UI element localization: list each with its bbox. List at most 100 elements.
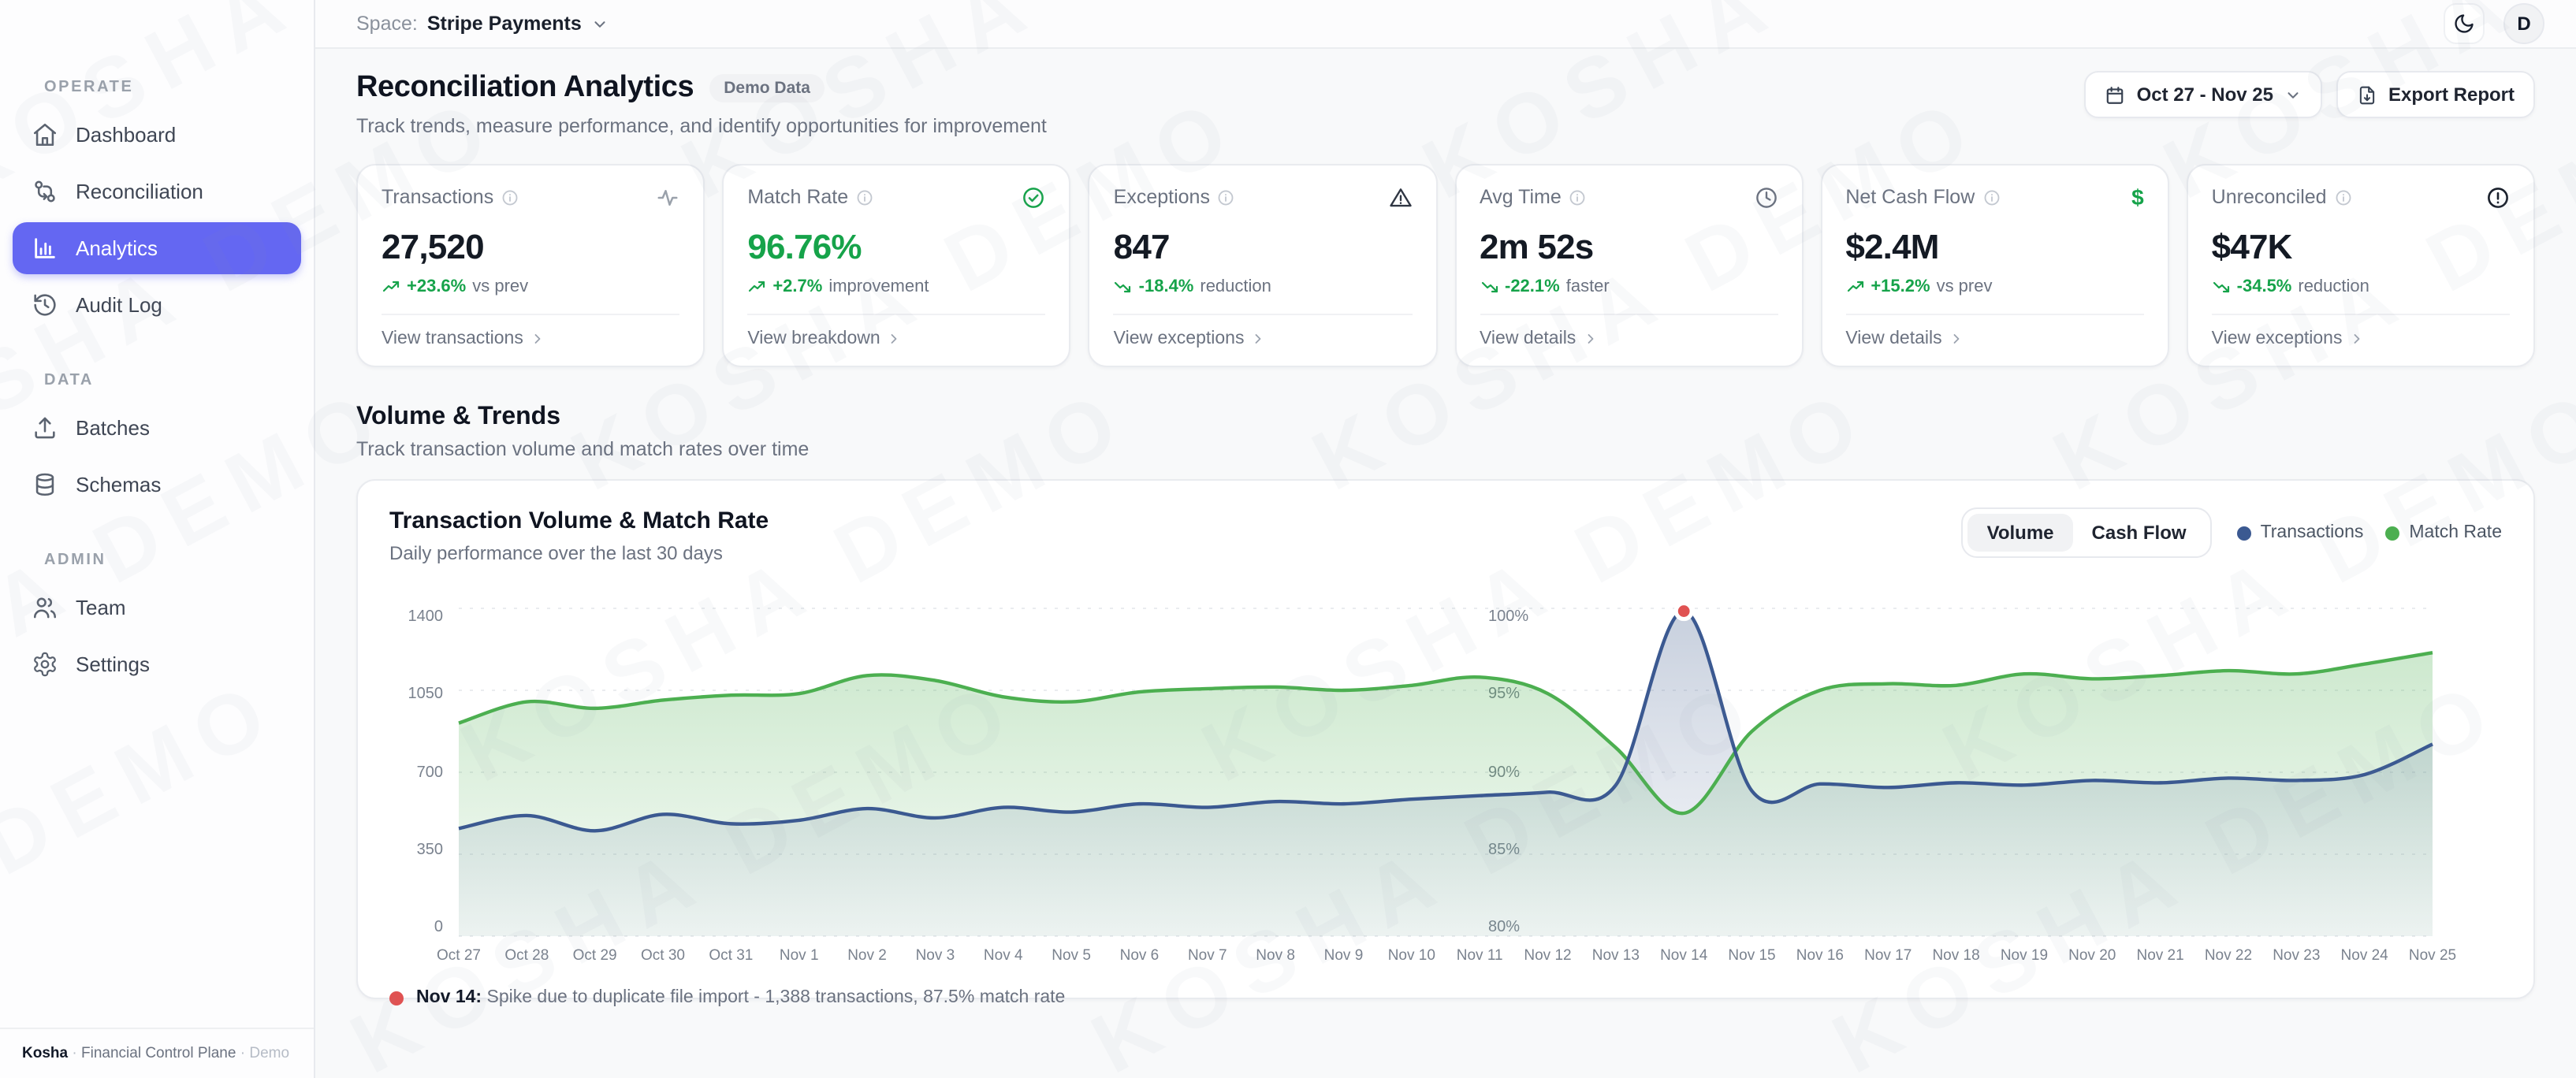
x-tick: Nov 5	[1052, 947, 1091, 965]
kpi-link-view-details[interactable]: View details	[1480, 329, 1778, 348]
sidebar-item-dashboard[interactable]: Dashboard	[13, 109, 301, 161]
sidebar-nav: OPERATE Dashboard Reconciliation Analyti…	[0, 0, 314, 1028]
avatar[interactable]: D	[2503, 3, 2544, 44]
date-range-button[interactable]: Oct 27 - Nov 25	[2085, 71, 2322, 118]
moon-icon	[2453, 13, 2475, 35]
sidebar-item-schemas[interactable]: Schemas	[13, 459, 301, 511]
kpi-label: Net Cash Flow	[1845, 186, 1975, 208]
info-icon[interactable]	[1218, 188, 1235, 206]
sidebar: OPERATE Dashboard Reconciliation Analyti…	[0, 0, 315, 1078]
chevron-right-icon	[1582, 331, 1598, 347]
kpi-label: Avg Time	[1480, 186, 1562, 208]
kpi-delta-row: -34.5% reduction	[2212, 277, 2510, 296]
trend-down-icon	[2212, 277, 2231, 296]
y-tick-left: 350	[417, 842, 443, 859]
kpi-link-view-exceptions[interactable]: View exceptions	[1114, 329, 1412, 348]
info-icon[interactable]	[856, 188, 873, 206]
bar-chart-icon	[32, 235, 58, 262]
kpi-link-view-breakdown[interactable]: View breakdown	[747, 329, 1045, 348]
kpi-delta-note: reduction	[1200, 277, 1271, 296]
export-report-button[interactable]: Export Report	[2336, 71, 2535, 118]
chart-tab-volume[interactable]: Volume	[1968, 514, 2073, 552]
kpi-delta-note: reduction	[2298, 277, 2369, 296]
home-icon	[32, 121, 58, 148]
kpi-delta-row: -18.4% reduction	[1114, 277, 1412, 296]
chevron-right-icon	[1250, 331, 1266, 347]
x-tick: Nov 23	[2273, 947, 2320, 965]
sidebar-item-label: Analytics	[76, 236, 158, 260]
kpi-link-view-transactions[interactable]: View transactions	[382, 329, 679, 348]
info-icon[interactable]	[2335, 188, 2352, 206]
chart-controls: Volume Cash Flow Transactions Match Rate	[1962, 507, 2502, 558]
sidebar-item-label: Reconciliation	[76, 180, 203, 203]
chart-card: Transaction Volume & Match Rate Daily pe…	[356, 479, 2535, 999]
chevron-down-icon	[2284, 86, 2302, 103]
sidebar-item-audit-log[interactable]: Audit Log	[13, 279, 301, 331]
x-tick: Oct 29	[573, 947, 617, 965]
nav-section-data: DATA Batches Schemas	[0, 372, 314, 511]
kpi-delta-note: vs prev	[472, 277, 528, 296]
kpi-grid: Transactions 27,520 +23.6% vs prev View …	[356, 164, 2535, 367]
legend-label: Transactions	[2261, 523, 2364, 542]
sidebar-item-analytics[interactable]: Analytics	[13, 222, 301, 274]
x-tick: Oct 30	[641, 947, 685, 965]
x-tick: Nov 2	[847, 947, 887, 965]
sidebar-item-team[interactable]: Team	[13, 582, 301, 634]
brand-name: Kosha	[22, 1045, 68, 1062]
info-icon[interactable]	[501, 188, 519, 206]
nav-section-label: ADMIN	[44, 552, 314, 569]
trend-up-icon	[382, 277, 400, 296]
trend-down-icon	[1114, 277, 1133, 296]
alert-triangle-icon	[1388, 186, 1412, 210]
kpi-value: 96.76%	[747, 227, 1045, 268]
topbar: Space: Stripe Payments D	[315, 0, 2576, 49]
trend-down-icon	[1480, 277, 1498, 296]
divider	[1845, 314, 2143, 315]
x-tick: Oct 27	[437, 947, 481, 965]
kpi-card-avg-time: Avg Time 2m 52s -22.1% faster View detai…	[1454, 164, 1803, 367]
kpi-label: Exceptions	[1114, 186, 1210, 208]
chevron-down-icon	[591, 15, 609, 32]
theme-toggle-button[interactable]	[2444, 3, 2485, 44]
kpi-link-view-exceptions[interactable]: View exceptions	[2212, 329, 2510, 348]
sidebar-item-settings[interactable]: Settings	[13, 638, 301, 690]
nav-section-admin: ADMIN Team Settings	[0, 552, 314, 690]
y-tick-left: 1400	[408, 608, 444, 626]
nav-section-label: DATA	[44, 372, 314, 389]
y-tick-left: 0	[434, 919, 443, 936]
kpi-link-label: View details	[1480, 329, 1576, 348]
kpi-delta-value: -18.4%	[1139, 277, 1194, 296]
chart-tab-cash-flow[interactable]: Cash Flow	[2073, 514, 2206, 552]
divider	[382, 314, 679, 315]
upload-icon	[32, 414, 58, 441]
reconciliation-icon	[32, 178, 58, 205]
kpi-card-transactions: Transactions 27,520 +23.6% vs prev View …	[356, 164, 705, 367]
info-icon[interactable]	[1569, 188, 1587, 206]
kpi-value: 27,520	[382, 227, 679, 268]
annotation-text: Nov 14: Spike due to duplicate file impo…	[416, 988, 1065, 1007]
kpi-delta-row: +2.7% improvement	[747, 277, 1045, 296]
x-tick: Nov 18	[1932, 947, 1979, 965]
legend-item-match-rate: Match Rate	[2385, 523, 2502, 542]
kpi-link-label: View exceptions	[2212, 329, 2343, 348]
volume-match-rate-chart	[459, 608, 2433, 936]
chevron-right-icon	[887, 331, 903, 347]
kpi-link-view-details[interactable]: View details	[1845, 329, 2143, 348]
x-tick: Nov 1	[780, 947, 819, 965]
annotation-dot-icon	[389, 991, 404, 1005]
x-axis: Oct 27Oct 28Oct 29Oct 30Oct 31Nov 1Nov 2…	[459, 947, 2429, 968]
header-controls: Oct 27 - Nov 25 Export Report	[2085, 71, 2535, 118]
info-icon[interactable]	[1982, 188, 2000, 206]
x-tick: Nov 17	[1864, 947, 1912, 965]
legend-item-transactions: Transactions	[2237, 523, 2364, 542]
chart-annotation: Nov 14: Spike due to duplicate file impo…	[389, 988, 2502, 1007]
x-tick: Nov 7	[1188, 947, 1227, 965]
x-tick: Nov 8	[1256, 947, 1295, 965]
space-selector[interactable]: Space: Stripe Payments	[356, 13, 609, 35]
sidebar-item-reconciliation[interactable]: Reconciliation	[13, 165, 301, 217]
kpi-delta-value: +2.7%	[772, 277, 822, 296]
users-icon	[32, 594, 58, 621]
nav-section-operate: OPERATE Dashboard Reconciliation Analyti…	[0, 79, 314, 331]
sidebar-item-batches[interactable]: Batches	[13, 402, 301, 454]
chart-subtitle: Daily performance over the last 30 days	[389, 542, 769, 564]
